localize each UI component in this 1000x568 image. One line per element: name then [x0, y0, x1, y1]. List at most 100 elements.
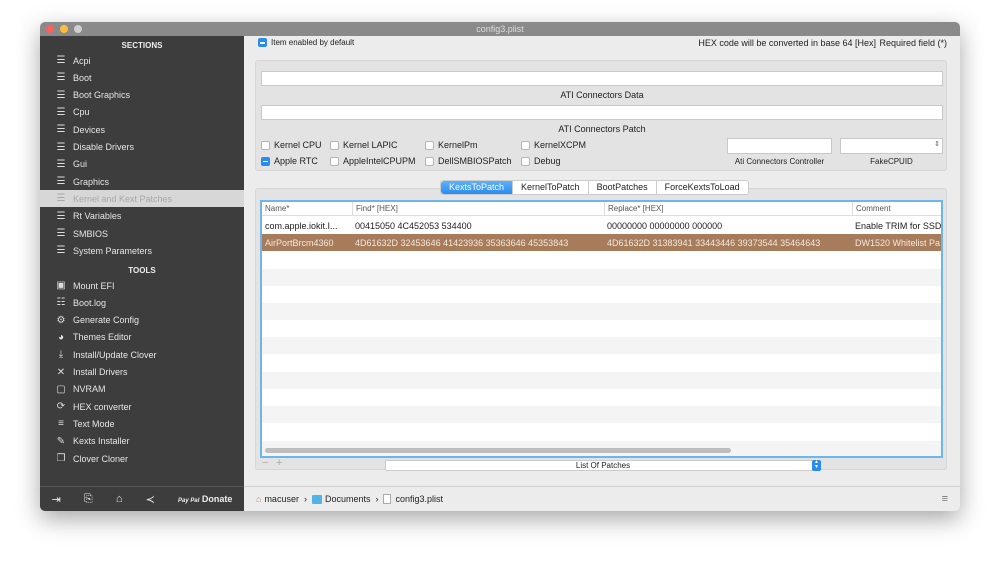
patches-table[interactable]: AirPortBrcm4360 4D61632D 32453646 4142393…	[260, 200, 943, 458]
table-row[interactable]: com.apple.iokit.I... 00415050 4C452053 53…	[262, 217, 941, 234]
menu-lines-icon[interactable]: ≡	[942, 493, 948, 505]
sidebar-item-rt-variables[interactable]: ☰ Rt Variables	[40, 208, 244, 225]
sidebar-item-graphics[interactable]: ☰ Graphics	[40, 173, 244, 190]
checkbox-kernel-cpu[interactable]: Kernel CPU	[261, 140, 322, 150]
sidebar-item-kernel-and-kext-patches[interactable]: ☰ Kernel and Kext Patches	[40, 190, 244, 208]
table-row[interactable]	[262, 303, 941, 320]
sidebar-item-label: Boot Graphics	[73, 90, 131, 101]
list-icon: ☰	[56, 124, 66, 136]
breadcrumb-documents[interactable]: Documents	[325, 494, 371, 504]
breadcrumb-file[interactable]: config3.plist	[395, 494, 443, 504]
checkbox-box	[521, 156, 530, 166]
tools-header: TOOLS	[128, 266, 156, 275]
ati-controller-label: Ati Connectors Controller	[734, 157, 825, 166]
checkbox-apple-rtc[interactable]: Apple RTC	[261, 156, 318, 166]
sidebar-item-smbios[interactable]: ☰ SMBIOS	[40, 225, 244, 242]
tool-themes-editor[interactable]: ◕ Themes Editor	[40, 329, 244, 346]
table-row[interactable]	[262, 268, 941, 286]
list-icon: ☰	[56, 176, 66, 188]
remove-button[interactable]: −	[262, 457, 268, 469]
tool-install-update-clover[interactable]: ⤓ Install/Update Clover	[40, 346, 244, 363]
table-row[interactable]	[262, 286, 941, 303]
tool-install-drivers[interactable]: ✕ Install Drivers	[40, 364, 244, 381]
fakecpuid-stepper[interactable]: ⇕	[840, 138, 943, 154]
column-header[interactable]: Comment	[852, 202, 941, 216]
table-row[interactable]	[262, 337, 941, 355]
paypal-icon: Pay Pal	[178, 498, 200, 504]
checkbox-label: AppleIntelCPUPM	[343, 156, 416, 166]
list-icon: ☰	[56, 106, 66, 118]
list-of-patches-popup[interactable]: List Of Patches ▴ ▾	[385, 459, 821, 471]
list-icon: ☰	[56, 210, 66, 222]
checkbox-kernelpm[interactable]: KernelPm	[425, 140, 478, 150]
table-cell: 4D61632D 31383941 33443446 39373544 3546…	[607, 237, 821, 248]
main-panel: Item enabled by default HEX code will be…	[244, 36, 960, 511]
sidebar-item-boot[interactable]: ☰ Boot	[40, 69, 244, 86]
table-row[interactable]	[262, 251, 941, 268]
tool-mount-efi[interactable]: ▣ Mount EFI	[40, 277, 244, 294]
checkbox-dellsmbiospatch[interactable]: DellSMBIOSPatch	[425, 156, 512, 166]
sidebar-item-label: Cpu	[73, 107, 90, 118]
checkbox-debug[interactable]: Debug	[521, 156, 561, 166]
checkbox-kernel-lapic[interactable]: Kernel LAPIC	[330, 140, 398, 150]
table-row[interactable]	[262, 371, 941, 389]
folder-icon	[311, 494, 322, 504]
import-icon[interactable]: ⇥	[52, 493, 61, 506]
tab-kextstopatch[interactable]: KextsToPatch	[441, 181, 514, 194]
ati-controller-field[interactable]	[727, 138, 832, 154]
tool-boot-log[interactable]: ☷ Boot.log	[40, 294, 244, 311]
checkbox-kernelxcpm[interactable]: KernelXCPM	[521, 140, 586, 150]
tool-label: Install Drivers	[73, 367, 128, 377]
sidebar-item-boot-graphics[interactable]: ☰ Boot Graphics	[40, 87, 244, 104]
sidebar-item-acpi[interactable]: ☰ Acpi	[40, 52, 244, 69]
tool-nvram[interactable]: ▢ NVRAM	[40, 381, 244, 398]
close-button[interactable]	[46, 25, 54, 33]
checkbox-box	[521, 140, 530, 150]
stepper-arrows-icon[interactable]: ⇕	[934, 140, 940, 148]
checkbox-appleintelcpupm[interactable]: AppleIntelCPUPM	[330, 156, 416, 166]
add-button[interactable]: +	[276, 457, 282, 469]
sidebar-item-system-parameters[interactable]: ☰ System Parameters	[40, 242, 244, 259]
table-row[interactable]	[262, 423, 941, 440]
share-icon[interactable]: ≺	[146, 493, 155, 506]
horizontal-scrollbar[interactable]	[265, 448, 731, 453]
ati-connectors-patch-field[interactable]	[261, 105, 943, 120]
tool-hex-converter[interactable]: ⟳ HEX converter	[40, 398, 244, 415]
tool-generate-config[interactable]: ⚙ Generate Config	[40, 312, 244, 329]
sidebar-item-disable-drivers[interactable]: ☰ Disable Drivers	[40, 139, 244, 156]
breadcrumb-macuser[interactable]: macuser	[264, 494, 299, 504]
home-icon[interactable]: ⌂	[116, 493, 123, 505]
table-row[interactable]	[262, 389, 941, 406]
tool-kexts-installer[interactable]: ✎ Kexts Installer	[40, 433, 244, 450]
column-header[interactable]: Find* [HEX]	[352, 202, 604, 216]
donate-label: Donate	[201, 494, 233, 504]
donate-button[interactable]: Pay Pal Donate	[178, 494, 232, 504]
checkbox-label: KernelPm	[438, 140, 478, 150]
sidebar-item-devices[interactable]: ☰ Devices	[40, 121, 244, 138]
zoom-button[interactable]	[74, 25, 82, 33]
table-row[interactable]	[262, 355, 941, 372]
tab-kerneltopatch[interactable]: KernelToPatch	[513, 181, 589, 194]
checkbox-label: KernelXCPM	[534, 140, 587, 150]
sidebar-item-cpu[interactable]: ☰ Cpu	[40, 104, 244, 121]
column-header[interactable]: Replace* [HEX]	[604, 202, 852, 216]
tool-label: Mount EFI	[73, 280, 115, 291]
sidebar-item-label: Acpi	[73, 55, 91, 66]
tab-bootpatches[interactable]: BootPatches	[589, 181, 657, 194]
table-row[interactable]: AirPortBrcm4360 4D61632D 32453646 4142393…	[262, 234, 941, 252]
list-icon: ☰	[56, 245, 66, 257]
table-row[interactable]	[262, 320, 941, 337]
column-header[interactable]: Name*	[262, 202, 352, 216]
export-icon[interactable]: ⎘	[84, 493, 93, 506]
tool-clover-cloner[interactable]: ❐ Clover Cloner	[40, 450, 244, 467]
list-icon: ☰	[56, 228, 66, 239]
tool-text-mode[interactable]: ≡ Text Mode	[40, 415, 244, 432]
sidebar-item-gui[interactable]: ☰ Gui	[40, 156, 244, 173]
sidebar-item-label: Kernel and Kext Patches	[73, 193, 173, 204]
minimize-button[interactable]	[60, 25, 68, 33]
ati-connectors-data-field[interactable]	[261, 71, 943, 86]
list-icon: ☰	[56, 158, 66, 170]
tab-forcekextstoload[interactable]: ForceKextsToLoad	[657, 181, 748, 194]
item-enabled-checkbox[interactable]: Item enabled by default	[258, 38, 354, 47]
table-row[interactable]	[262, 406, 941, 424]
